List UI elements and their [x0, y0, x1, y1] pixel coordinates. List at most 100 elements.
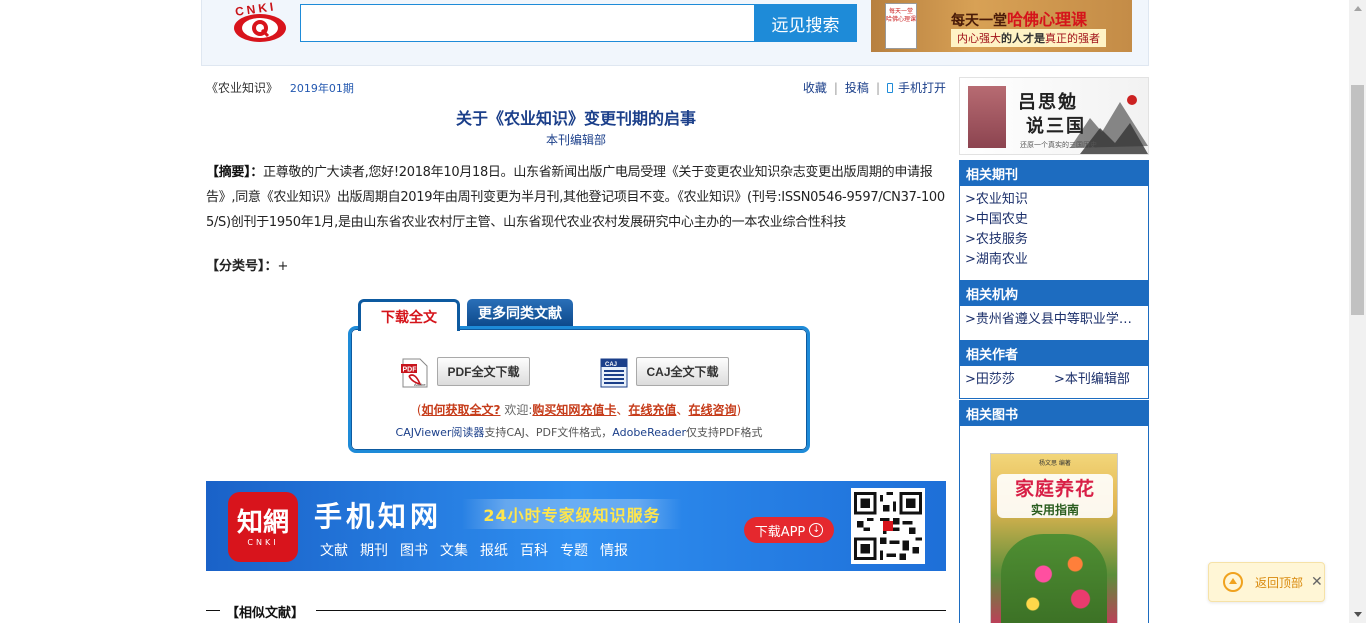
mobile-cnki-banner[interactable]: 知網 CNKI 手机知网 24小时专家级知识服务 文献 期刊 图书 文集 报纸 …	[206, 481, 946, 571]
phone-icon	[886, 82, 893, 93]
svg-text:Adobe: Adobe	[414, 382, 426, 387]
article-title: 关于《农业知识》变更刊期的启事	[455, 109, 696, 128]
book-title-main: 家庭养花	[1014, 478, 1095, 500]
vertical-scrollbar[interactable]	[1349, 0, 1366, 623]
reader-note: CAJViewer阅读器支持CAJ、PDF文件格式，AdobeReader仅支持…	[348, 424, 810, 440]
download-arrow-icon: ↓	[809, 523, 824, 537]
qr-code-icon	[851, 488, 925, 564]
mobile-banner-title: 手机知网	[314, 500, 443, 533]
eye-logo-icon	[234, 14, 286, 42]
category-item: 情报	[600, 543, 628, 559]
search-input[interactable]	[300, 4, 756, 42]
ad-title-highlight: 哈佛心理课	[1007, 10, 1088, 29]
tool-separator: |	[875, 80, 880, 95]
breadcrumb: 《农业知识》 2019年01期	[206, 79, 354, 96]
book-author: 杨文思 编著	[1039, 460, 1071, 467]
pdf-file-icon: PDF Adobe	[401, 358, 428, 388]
abstract-text: 正尊敬的广大读者,您好!2018年10月18日。山东省新闻出版广电局受理《关于变…	[206, 165, 945, 230]
ad-title: 每天一堂哈佛心理课	[951, 6, 1087, 30]
list-item[interactable]: >贵州省遵义县中等职业学校...	[965, 310, 1143, 330]
mobile-banner-service: 24小时专家级知识服务	[462, 499, 682, 529]
download-help-links: (如何获取全文? 欢迎:购买知网充值卡、在线充值、在线咨询)	[348, 401, 810, 418]
back-to-top-widget[interactable]: 返回顶部 ✕	[1208, 562, 1325, 602]
class-value: +	[277, 259, 289, 274]
header-ad-banner[interactable]: 每天一堂 哈佛心理课 每天一堂哈佛心理课 内心强大的人才是真正的强者	[871, 0, 1132, 52]
sidebar-ad-banner[interactable]: 吕思勉 说三国 还原一个真实的三国历史	[959, 77, 1149, 155]
class-label: 【分类号】：	[206, 259, 278, 274]
ad-title-line2: 说三国	[1026, 116, 1086, 137]
mobile-banner-categories: 文献 期刊 图书 文集 报纸 百科 专题 情报	[320, 540, 628, 560]
paren-close: )	[736, 403, 742, 417]
related-journals-list: >农业知识 >中国农史 >农技服务 >湖南农业	[960, 186, 1148, 280]
book-title: 家庭养花 实用指南	[997, 474, 1113, 518]
caj-file-icon: CAJ	[600, 358, 628, 388]
how-to-get-link[interactable]: 如何获取全文?	[422, 403, 501, 417]
abstract-label: 【摘要】：	[206, 165, 264, 180]
list-item[interactable]: >中国农史	[965, 210, 1143, 230]
author-link[interactable]: 本刊编辑部	[546, 133, 606, 147]
cajviewer-link[interactable]: CAJViewer阅读器	[396, 426, 485, 439]
online-consult-link[interactable]: 在线咨询	[688, 403, 736, 417]
list-item[interactable]: >农业知识	[965, 190, 1143, 210]
svg-text:PDF: PDF	[403, 367, 418, 374]
app-logo-sub: CNKI	[247, 537, 279, 547]
issue-link[interactable]: 2019年01期	[290, 82, 354, 95]
ad-title-prefix: 每天一堂	[951, 13, 1007, 29]
close-icon[interactable]: ✕	[1311, 574, 1323, 590]
list-item[interactable]: >湖南农业	[965, 250, 1143, 270]
related-institutions-section: 相关机构 >贵州省遵义县中等职业学校...	[959, 280, 1149, 341]
ad-book-cover: 每天一堂 哈佛心理课	[885, 3, 917, 49]
category-item: 期刊	[360, 543, 388, 559]
similar-literature-section: 【相似文献】	[206, 602, 946, 622]
section-header: 相关机构	[960, 280, 1148, 306]
category-item: 报纸	[480, 543, 508, 559]
cnki-logo[interactable]: CNKI	[232, 0, 288, 44]
submit-link[interactable]: 投稿	[845, 79, 869, 96]
article-author: 本刊编辑部	[206, 131, 946, 148]
scroll-thumb[interactable]	[1351, 85, 1364, 315]
download-app-button[interactable]: 下载APP ↓	[744, 517, 834, 543]
related-book-area: 杨文思 编著 家庭养花 实用指南	[959, 426, 1149, 623]
divider	[316, 610, 946, 611]
category-item: 图书	[400, 543, 428, 559]
back-to-top-label[interactable]: 返回顶部	[1255, 574, 1303, 591]
pdf-download-button[interactable]: PDF全文下载	[437, 357, 530, 386]
favorite-link[interactable]: 收藏	[803, 79, 827, 96]
ad-subtitle: 还原一个真实的三国历史	[1020, 141, 1097, 149]
scroll-up-icon[interactable]	[1349, 0, 1366, 17]
app-logo-text: 知網	[236, 507, 289, 538]
list-item[interactable]: >田莎莎	[965, 370, 1054, 398]
tab-download-fulltext[interactable]: 下载全文	[358, 299, 460, 331]
tab-more-similar[interactable]: 更多同类文献	[467, 299, 573, 326]
section-header: 相关期刊	[960, 160, 1148, 186]
link-separator: 、	[616, 403, 629, 417]
ad-title-line1: 吕思勉	[1018, 92, 1078, 113]
list-item[interactable]: >农技服务	[965, 230, 1143, 250]
section-header: 相关作者	[960, 340, 1148, 366]
search-button[interactable]: 远见搜索	[754, 4, 857, 42]
tool-separator: |	[833, 80, 838, 95]
journal-link[interactable]: 《农业知识》	[206, 81, 278, 95]
welcome-text: 欢迎:	[504, 403, 533, 417]
related-books-section: 相关图书	[959, 400, 1149, 426]
scroll-down-icon[interactable]	[1349, 606, 1366, 623]
book-title-sub: 实用指南	[1030, 503, 1079, 517]
mobile-open-link[interactable]: 手机打开	[898, 79, 946, 96]
ad-sub-2: 的人才是	[1001, 32, 1045, 45]
buy-card-link[interactable]: 购买知网充值卡	[532, 403, 616, 417]
ad-sub-3: 真正的强者	[1045, 32, 1100, 45]
related-authors-list: >田莎莎 >本刊编辑部	[960, 366, 1148, 398]
caj-download-button[interactable]: CAJ全文下载	[636, 357, 729, 386]
article-abstract: 【摘要】：正尊敬的广大读者,您好!2018年10月18日。山东省新闻出版广电局受…	[206, 160, 946, 235]
ad-book-cover	[968, 86, 1006, 148]
related-institutions-list: >贵州省遵义县中等职业学校...	[960, 306, 1148, 340]
list-item[interactable]: >本刊编辑部	[1054, 370, 1143, 398]
note-end: 仅支持PDF格式	[686, 426, 763, 439]
classification: 【分类号】：+	[206, 255, 288, 274]
article-tools: 收藏 | 投稿 | 手机打开	[803, 79, 946, 96]
flower-illustration-icon	[1001, 534, 1107, 623]
adobereader-link[interactable]: AdobeReader	[612, 426, 686, 439]
online-recharge-link[interactable]: 在线充值	[628, 403, 676, 417]
book-cover[interactable]: 杨文思 编著 家庭养花 实用指南	[990, 453, 1118, 623]
download-app-label: 下载APP	[754, 524, 806, 540]
